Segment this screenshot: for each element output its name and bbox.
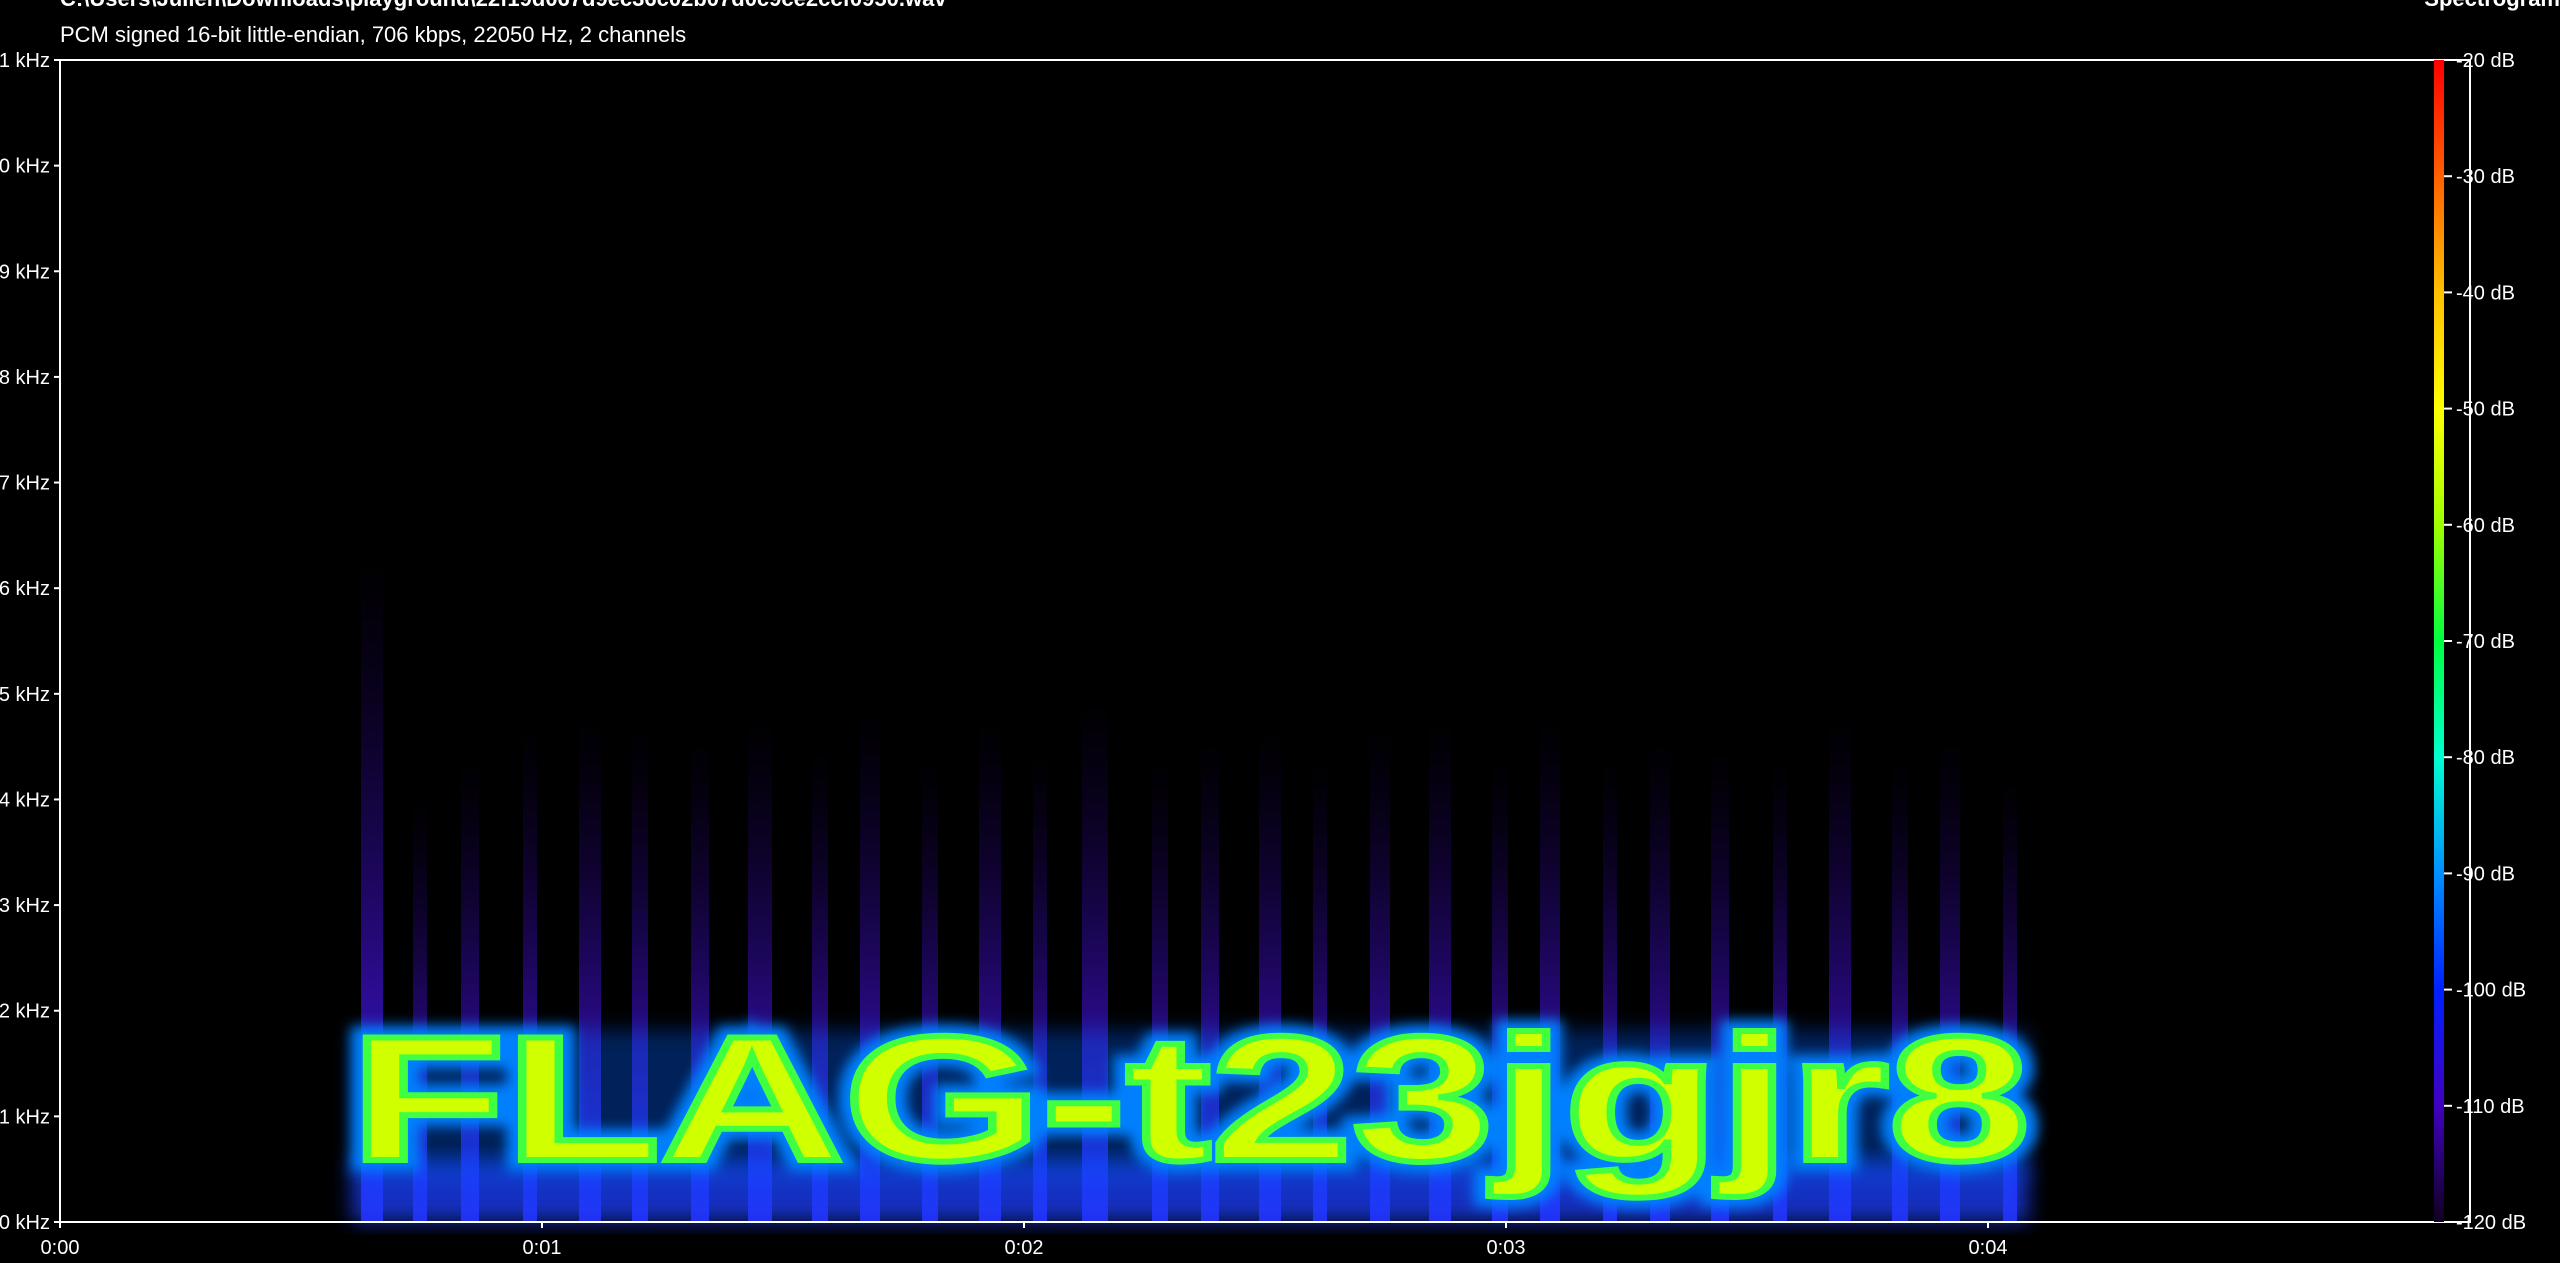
- time-tick-label: 0:03: [1487, 1237, 1526, 1259]
- freq-tick-label: 1 kHz: [0, 50, 50, 72]
- time-tick-label: 0:02: [1005, 1237, 1044, 1259]
- freq-tick-label: 7 kHz: [0, 473, 50, 495]
- db-tick-label: -60 dB: [2456, 515, 2515, 537]
- db-tick-label: -40 dB: [2456, 282, 2515, 304]
- spectrogram-plot: FLAG-t23jgjr8 FLAG-t23jgjr8 1 kHz0 kHz9 …: [0, 50, 2526, 1259]
- freq-tick-label: 3 kHz: [0, 895, 50, 917]
- frequency-axis: 1 kHz 0 kHz 9 kHz 8 kHz 7 kHz 6 kHz 5 kHz 4 kHz…: [0, 50, 60, 1234]
- db-tick-label: -120 dB: [2456, 1212, 2526, 1234]
- freq-tick-label: 6 kHz: [0, 578, 50, 600]
- freq-tick-label: 8 kHz: [0, 367, 50, 389]
- db-tick-label: -100 dB: [2456, 980, 2526, 1002]
- db-tick-label: -70 dB: [2456, 631, 2515, 653]
- freq-tick-label: 4 kHz: [0, 789, 50, 811]
- db-tick-label: -90 dB: [2456, 863, 2515, 885]
- freq-tick-label: 9 kHz: [0, 261, 50, 283]
- time-axis: 0:00 0:01 0:02 0:03 0:04: [41, 1222, 2008, 1259]
- time-tick-label: 0:04: [1969, 1237, 2008, 1259]
- db-tick-label: -110 dB: [2456, 1096, 2525, 1118]
- db-tick-label: -30 dB: [2456, 166, 2515, 188]
- freq-tick-label: 0 kHz: [0, 156, 50, 178]
- time-tick-label: 0:00: [41, 1237, 80, 1259]
- db-tick-label: -50 dB: [2456, 399, 2515, 421]
- db-tick-label: -80 dB: [2456, 747, 2515, 769]
- freq-tick-label: 2 kHz: [0, 1001, 50, 1023]
- freq-tick-label: 1 kHz: [0, 1106, 50, 1128]
- hidden-text: FLAG-t23jgjr8: [350, 999, 2030, 1198]
- db-tick-label: -20 dB: [2456, 50, 2515, 72]
- time-tick-label: 0:01: [523, 1237, 562, 1259]
- freq-tick-label: 5 kHz: [0, 684, 50, 706]
- freq-tick-label: 0 kHz: [0, 1212, 50, 1234]
- db-color-bar: [2434, 60, 2444, 1222]
